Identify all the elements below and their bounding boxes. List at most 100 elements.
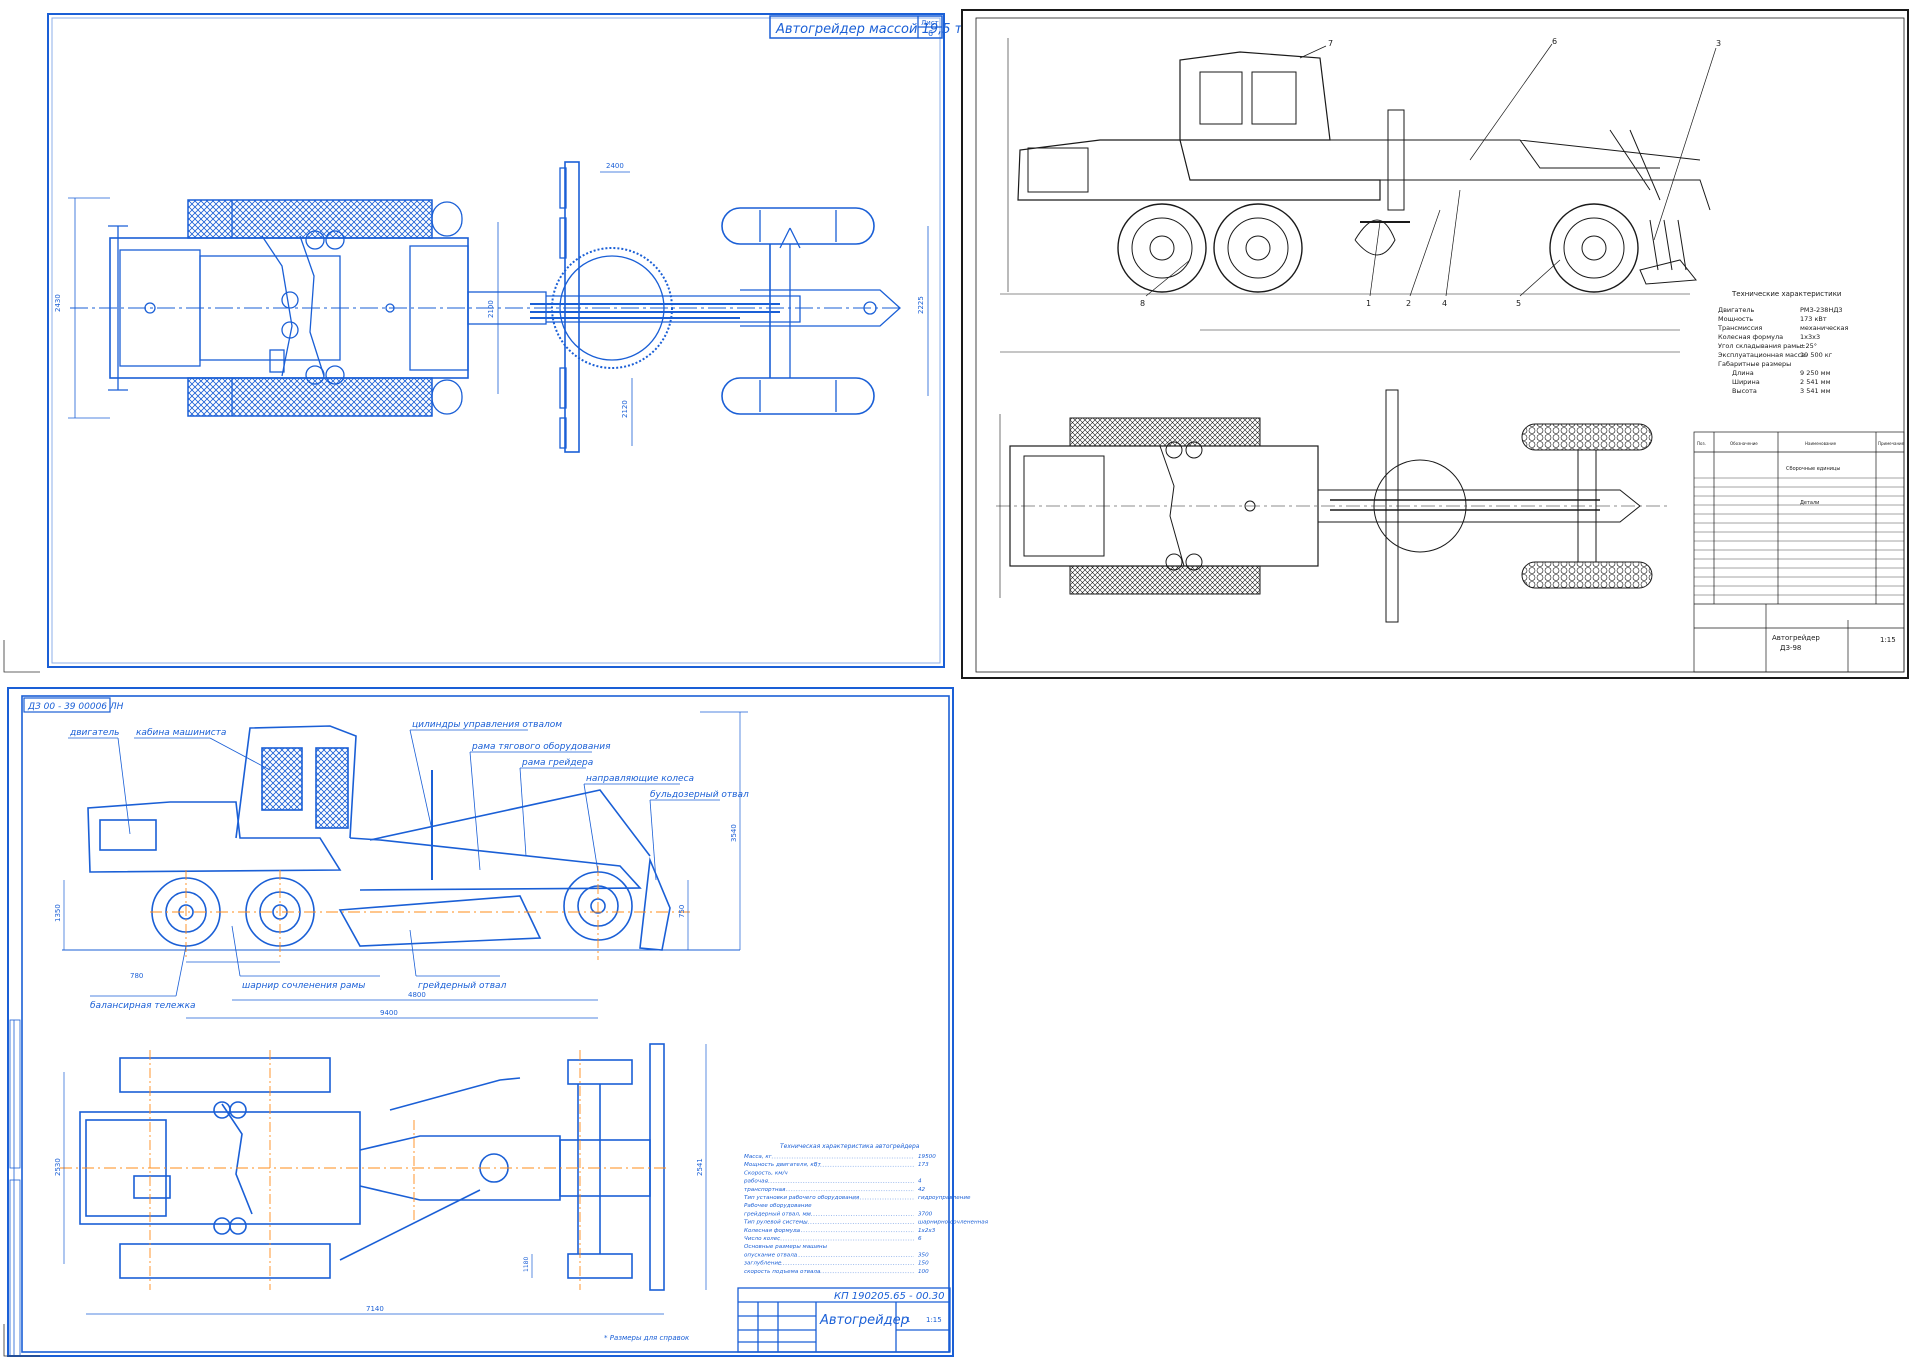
svg-text:2400: 2400	[606, 162, 624, 170]
sheet3-spec-label: скорость подъема отвала	[744, 1269, 821, 1275]
sheet2-stamp-title: Автогрейдер	[1772, 634, 1820, 642]
svg-text:2120: 2120	[621, 400, 629, 418]
sheet3-spec-value: 150	[918, 1261, 929, 1267]
sheet2-spec-value: 3 541 мм	[1800, 387, 1831, 395]
sheet3-spec-value: шарнирно-сочлененная	[918, 1220, 989, 1226]
sheet3-spec-label: Колесная формула	[744, 1228, 801, 1234]
sheet3-spec-value: 19500	[918, 1154, 936, 1160]
sheet3-stamp-code: КП 190205.65 - 00.30	[834, 1291, 944, 1302]
sheet3-spec-value: 350	[918, 1252, 929, 1258]
sheet2-spec-value: 19 500 кг	[1800, 351, 1833, 359]
sheet3-spec-value: 6	[918, 1236, 922, 1242]
label-tandem: балансирная тележка	[90, 1001, 196, 1011]
sheet3-spec-value: 42	[918, 1187, 926, 1193]
sheet1-sheet-number: 6	[928, 29, 933, 38]
callout-7: 7	[1328, 39, 1333, 48]
sheet3-stamp-title: Автогрейдер	[819, 1313, 909, 1328]
sheet2-specs: Технические характеристики	[1731, 290, 1841, 298]
callout-1: 1	[1366, 299, 1371, 308]
bom-header-pos: Поз.	[1697, 441, 1706, 446]
sheet3-spec-label: Тип установки рабочего оборудования	[744, 1195, 860, 1201]
label-drawbar-frame: рама тягового оборудования	[471, 742, 611, 752]
sheet3-spec-label: Масса, кг	[744, 1154, 772, 1160]
sheet2-spec-label: Угол складывания рамы	[1718, 342, 1801, 350]
bom-header-code: Обозначение	[1730, 441, 1758, 446]
sheet3-spec-label: заглубление	[744, 1261, 782, 1267]
sheet2-spec-label: Длина	[1732, 369, 1754, 377]
label-cab: кабина машиниста	[136, 728, 226, 738]
bom-header-name: Наименование	[1805, 441, 1837, 446]
sheet3-spec-label: Рабочее оборудование	[744, 1203, 812, 1209]
label-articulation: шарнир сочленения рамы	[242, 981, 365, 991]
callout-3: 3	[1716, 39, 1721, 48]
sheet3-stamp-scale: 1:15	[926, 1316, 942, 1324]
callout-4: 4	[1442, 299, 1447, 308]
svg-text:2225: 2225	[917, 296, 925, 314]
sheet2-spec-label: Эксплуатационная масса	[1718, 351, 1805, 359]
sheet3-footnote: * Размеры для справок	[604, 1334, 690, 1342]
callout-8: 8	[1140, 299, 1145, 308]
rear-track-bottom	[187, 377, 463, 417]
sheet2-spec-value: 9 250 мм	[1800, 369, 1831, 377]
rear-track-top	[187, 199, 463, 239]
sheet3-spec-label: опускание отвала	[744, 1252, 798, 1258]
svg-text:780: 780	[130, 972, 143, 980]
sheet2-spec-value: 1х3х3	[1800, 333, 1820, 341]
svg-text:750: 750	[678, 905, 686, 918]
sheet2-spec-label: Двигатель	[1718, 306, 1754, 314]
sheet3-stamp-sheet: 1	[906, 1316, 910, 1324]
svg-text:1350: 1350	[54, 904, 62, 922]
sheet2-spec-label: Трансмиссия	[1717, 324, 1762, 332]
bom-section-parts: Детали	[1800, 500, 1819, 506]
sheet3-spec-label: Скорость, км/ч	[744, 1170, 788, 1176]
label-grader-frame: рама грейдера	[521, 758, 593, 768]
svg-text:7140: 7140	[366, 1305, 384, 1313]
sheet3-spec-value: гидроуправление	[918, 1195, 971, 1201]
sheet3-specs-title: Техническая характеристика автогрейдера	[780, 1143, 920, 1150]
sheet2-spec-label: Мощность	[1718, 315, 1753, 323]
sheet3-spec-label: транспортная	[744, 1187, 786, 1193]
sheet3-spec-value: 4	[918, 1179, 922, 1185]
svg-text:9400: 9400	[380, 1009, 398, 1017]
svg-text:4800: 4800	[408, 991, 426, 999]
sheet2-spec-label: Колесная формула	[1718, 333, 1783, 341]
sheet1-sheet-label: Лист	[921, 19, 939, 27]
sheet2-stamp-model: ДЗ-98	[1780, 644, 1801, 652]
sheet2-spec-label: Высота	[1732, 387, 1757, 395]
sheet3-spec-label: Основные размеры машины	[744, 1244, 828, 1250]
sheet2-spec-label: Ширина	[1732, 378, 1760, 386]
label-moldboard: грейдерный отвал	[418, 981, 507, 991]
label-dozer-blade: бульдозерный отвал	[650, 790, 749, 800]
label-front-wheels: направляющие колеса	[586, 774, 694, 784]
sheet3-spec-value: 100	[918, 1269, 929, 1275]
sheet2-stamp-scale: 1:15	[1880, 636, 1896, 644]
bom-section-assemblies: Сборочные единицы	[1786, 466, 1840, 472]
sheet2-spec-value: 2 541 мм	[1800, 378, 1831, 386]
sheet3-spec-label: Тип рулевой системы	[744, 1220, 808, 1226]
sheet2-spec-value: РМЗ-238НД3	[1800, 306, 1843, 314]
callout-6: 6	[1552, 37, 1557, 46]
label-blade-cylinders: цилиндры управления отвалом	[412, 720, 562, 730]
sheet2-spec-label: Габаритные размеры	[1718, 360, 1791, 368]
sheet2-specs-title: Технические характеристики	[1731, 290, 1841, 298]
callout-5: 5	[1516, 299, 1521, 308]
bom-header-note: Примечание	[1878, 441, 1905, 446]
sheet2-spec-value: 173 кВт	[1800, 315, 1827, 323]
sheet2-spec-value: механическая	[1800, 324, 1849, 332]
sheet3-spec-label: Мощность двигателя, кВт	[744, 1162, 822, 1168]
callout-2: 2	[1406, 299, 1411, 308]
svg-text:2100: 2100	[487, 300, 495, 318]
sheet3-spec-value: 3700	[918, 1211, 933, 1217]
drawing-canvas: Автогрейдер массой 19,5 т Лист 6 2430 21…	[0, 0, 1914, 1360]
sheet3-spec-label: грейдерный отвал, мм	[744, 1211, 812, 1217]
sheet3-spec-value: 1х2х3	[918, 1228, 936, 1234]
svg-text:2541: 2541	[696, 1158, 704, 1176]
sheet3-tag: ДЗ 00 - 39 00006 ЛН	[27, 702, 124, 712]
sheet2-spec-value: ±25°	[1800, 342, 1817, 350]
sheet3-spec-label: Число колес	[744, 1236, 780, 1242]
svg-text:2530: 2530	[54, 1158, 62, 1176]
svg-text:3540: 3540	[730, 824, 738, 842]
sheet3-spec-label: рабочая	[743, 1179, 769, 1185]
label-engine: двигатель	[69, 728, 119, 738]
svg-text:1180: 1180	[523, 1257, 530, 1272]
